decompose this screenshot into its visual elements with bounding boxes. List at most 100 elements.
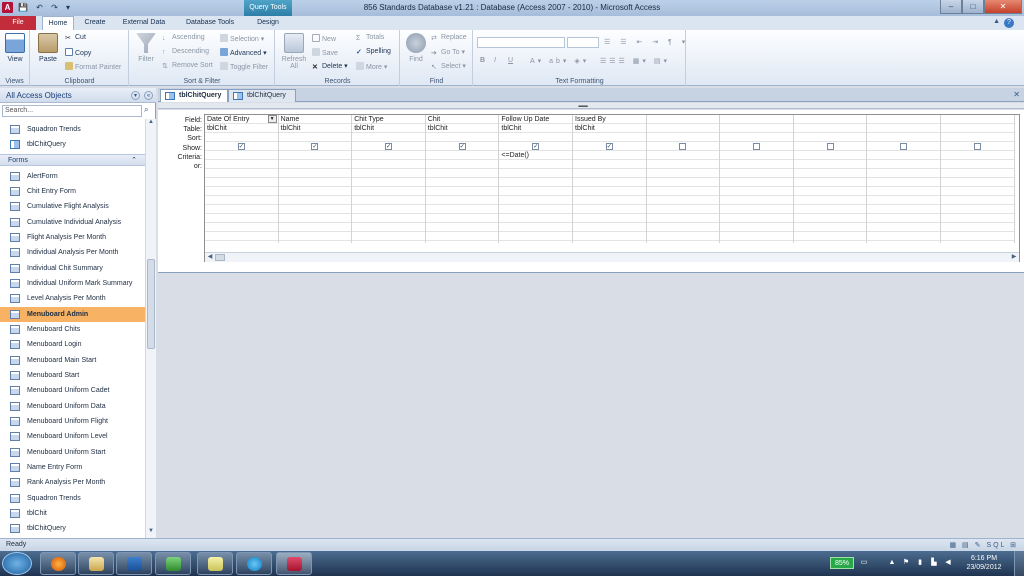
grid-or-cell[interactable] bbox=[867, 223, 940, 232]
grid-or-cell[interactable] bbox=[941, 178, 1014, 187]
nav-scroll-thumb[interactable] bbox=[147, 259, 155, 349]
show-checkbox[interactable] bbox=[679, 143, 687, 150]
grid-or-cell[interactable] bbox=[720, 160, 793, 169]
show-checkbox[interactable] bbox=[826, 143, 834, 150]
grid-or-cell[interactable] bbox=[205, 160, 278, 169]
grid-or-cell[interactable] bbox=[646, 178, 720, 187]
close-button[interactable]: ✕ bbox=[984, 0, 1022, 14]
format-painter-button[interactable]: Format Painter bbox=[65, 62, 121, 71]
copy-button[interactable]: Copy bbox=[65, 48, 91, 57]
grid-or-cell[interactable] bbox=[205, 214, 278, 223]
grid-or-cell[interactable] bbox=[793, 214, 867, 223]
tab-external-data[interactable]: External Data bbox=[116, 16, 172, 30]
selection-button[interactable]: Selection ▾ bbox=[220, 34, 264, 43]
nav-item[interactable]: Menuboard Uniform Level bbox=[0, 429, 145, 444]
grid-or-cell[interactable] bbox=[499, 160, 572, 169]
grid-or-cell[interactable] bbox=[499, 169, 572, 178]
grid-criteria-cell[interactable]: <=Date() bbox=[499, 151, 572, 160]
spelling-button[interactable]: ✓ Spelling bbox=[356, 48, 391, 56]
grid-criteria-cell[interactable] bbox=[793, 151, 867, 160]
grid-or-cell[interactable] bbox=[793, 205, 867, 214]
grid-table-cell[interactable]: tblChit bbox=[352, 124, 425, 133]
advanced-button[interactable]: Advanced ▾ bbox=[220, 48, 267, 57]
grid-or-cell[interactable] bbox=[793, 187, 867, 196]
field-dropdown-icon[interactable]: ▼ bbox=[267, 115, 277, 123]
grid-or-cell[interactable] bbox=[352, 196, 425, 205]
taskbar-access[interactable] bbox=[276, 552, 312, 575]
grid-or-cell[interactable] bbox=[941, 214, 1014, 223]
search-icon[interactable]: ⌕ bbox=[144, 105, 154, 117]
grid-or-cell[interactable] bbox=[793, 223, 867, 232]
grid-table-cell[interactable] bbox=[720, 124, 793, 133]
nav-item[interactable]: Individual Chit Summary bbox=[0, 261, 145, 276]
grid-or-cell[interactable] bbox=[573, 223, 646, 232]
grid-criteria-cell[interactable] bbox=[573, 151, 646, 160]
grid-criteria-cell[interactable] bbox=[425, 151, 499, 160]
grid-table-cell[interactable] bbox=[646, 124, 720, 133]
nav-item[interactable]: Menuboard Chits bbox=[0, 322, 145, 337]
grid-or-cell[interactable] bbox=[352, 169, 425, 178]
grid-or-cell[interactable] bbox=[867, 214, 940, 223]
grid-or-cell[interactable] bbox=[425, 160, 499, 169]
grid-or-cell[interactable] bbox=[793, 160, 867, 169]
grid-or-cell[interactable] bbox=[425, 187, 499, 196]
grid-sort-cell[interactable] bbox=[646, 133, 720, 142]
grid-or-cell[interactable] bbox=[278, 196, 352, 205]
grid-horizontal-scrollbar[interactable]: ◀ ▶ bbox=[205, 252, 1019, 262]
grid-field-cell[interactable]: Date Of Entry ▼ bbox=[205, 115, 278, 124]
grid-table-cell[interactable]: tblChit bbox=[425, 124, 499, 133]
grid-or-cell[interactable] bbox=[573, 232, 646, 241]
nav-item[interactable]: tblChit bbox=[0, 506, 145, 521]
grid-or-cell[interactable] bbox=[941, 187, 1014, 196]
show-checkbox[interactable]: ✓ bbox=[384, 143, 392, 150]
grid-or-cell[interactable] bbox=[720, 232, 793, 241]
minimize-button[interactable]: – bbox=[940, 0, 962, 14]
minimize-ribbon-icon[interactable]: ▲ bbox=[993, 18, 1000, 25]
nav-item[interactable]: tblChitQuery bbox=[0, 521, 145, 536]
grid-or-cell[interactable] bbox=[499, 214, 572, 223]
nav-collapse-icon[interactable]: « bbox=[144, 91, 153, 100]
nav-item[interactable]: Squadron Trends bbox=[0, 122, 145, 137]
grid-or-cell[interactable] bbox=[352, 187, 425, 196]
network-tray-icon[interactable]: ▙ bbox=[930, 559, 938, 567]
doc-tab[interactable]: tblChitQuery bbox=[228, 89, 296, 102]
nav-group-forms[interactable]: Forms ⌃ bbox=[0, 154, 145, 166]
grid-criteria-cell[interactable] bbox=[867, 151, 940, 160]
show-checkbox[interactable]: ✓ bbox=[458, 143, 466, 150]
grid-criteria-cell[interactable] bbox=[720, 151, 793, 160]
start-button[interactable] bbox=[2, 552, 32, 575]
grid-or-cell[interactable] bbox=[499, 205, 572, 214]
nav-item[interactable]: Level Analysis Per Month bbox=[0, 291, 145, 306]
grid-or-cell[interactable] bbox=[573, 178, 646, 187]
grid-or-cell[interactable] bbox=[793, 169, 867, 178]
grid-field-cell[interactable] bbox=[720, 115, 793, 124]
grid-or-cell[interactable] bbox=[793, 232, 867, 241]
taskbar-firefox[interactable] bbox=[40, 552, 76, 575]
grid-sort-cell[interactable] bbox=[793, 133, 867, 142]
nav-item[interactable]: Flight Analysis Per Month bbox=[0, 230, 145, 245]
nav-item[interactable]: Menuboard Uniform Data bbox=[0, 399, 145, 414]
taskbar-network[interactable] bbox=[155, 552, 191, 575]
tab-create[interactable]: Create bbox=[80, 16, 110, 30]
grid-table-cell[interactable]: tblChit bbox=[573, 124, 646, 133]
font-size-combo[interactable] bbox=[567, 37, 599, 48]
grid-criteria-cell[interactable] bbox=[646, 151, 720, 160]
grid-or-cell[interactable] bbox=[646, 214, 720, 223]
grid-sort-cell[interactable] bbox=[352, 133, 425, 142]
grid-or-cell[interactable] bbox=[867, 178, 940, 187]
grid-or-cell[interactable] bbox=[941, 160, 1014, 169]
cut-button[interactable]: ✂ Cut bbox=[65, 34, 86, 42]
paste-button[interactable]: Paste bbox=[35, 33, 61, 63]
grid-or-cell[interactable] bbox=[352, 214, 425, 223]
grid-or-cell[interactable] bbox=[646, 160, 720, 169]
italic-button[interactable]: I bbox=[494, 57, 496, 64]
grid-or-cell[interactable] bbox=[278, 232, 352, 241]
help-icon[interactable]: ? bbox=[1004, 18, 1014, 28]
scroll-up-icon[interactable]: ▲ bbox=[146, 119, 156, 129]
tab-home[interactable]: Home bbox=[42, 16, 74, 30]
refresh-all-button[interactable]: Refresh All bbox=[280, 33, 308, 70]
grid-table-cell[interactable] bbox=[941, 124, 1014, 133]
clock[interactable]: 6:16 PM 23/09/2012 bbox=[962, 554, 1006, 572]
show-checkbox[interactable]: ✓ bbox=[311, 143, 319, 150]
underline-button[interactable]: U bbox=[508, 57, 513, 64]
